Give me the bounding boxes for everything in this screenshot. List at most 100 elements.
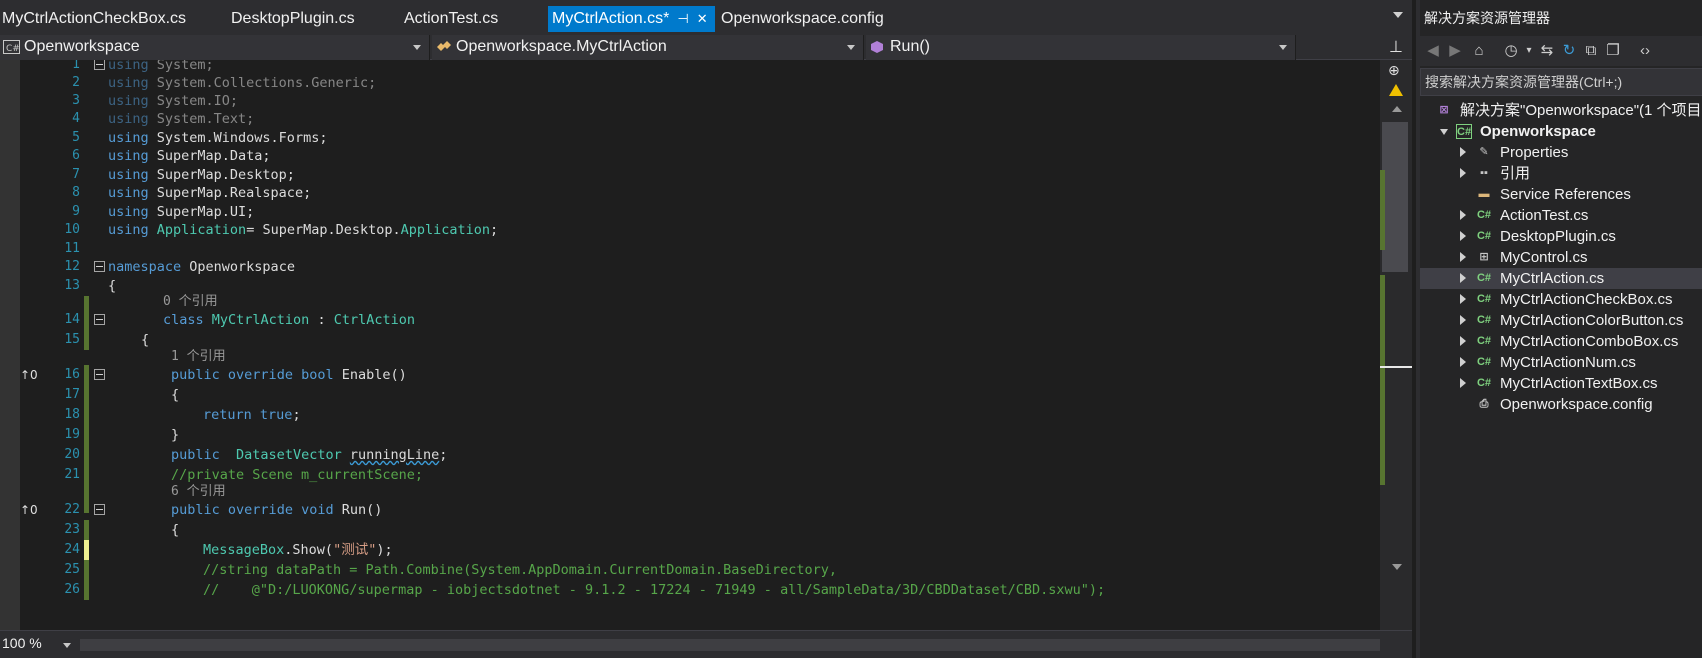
sync-icon[interactable]: ⇆ bbox=[1538, 42, 1556, 60]
class-icon bbox=[437, 41, 451, 51]
split-icon[interactable]: ⊕ bbox=[1388, 62, 1400, 79]
tree-item-references[interactable]: ▪▪ 引用 bbox=[1420, 163, 1702, 184]
collapsed-icon[interactable] bbox=[1460, 168, 1466, 178]
line-number: 15 bbox=[64, 332, 80, 347]
tree-item-solution[interactable]: ⊠ 解决方案"Openworkspace"(1 个项目 bbox=[1420, 100, 1702, 121]
collapsed-icon[interactable] bbox=[1460, 357, 1466, 367]
horizontal-scrollbar[interactable] bbox=[80, 639, 1380, 651]
close-icon[interactable]: ✕ bbox=[697, 6, 708, 32]
codelens-references[interactable]: 6 个引用 bbox=[171, 483, 226, 501]
collapsed-icon[interactable] bbox=[1460, 210, 1466, 220]
vertical-scrollbar[interactable]: ⊕ bbox=[1380, 60, 1412, 630]
line-number: 17 bbox=[64, 387, 80, 402]
line-number: 23 bbox=[64, 522, 80, 537]
line-number: 13 bbox=[64, 278, 80, 293]
override-marker-icon[interactable]: ↑0 bbox=[20, 500, 38, 520]
tree-item-file[interactable]: C# MyCtrlActionNum.cs bbox=[1420, 352, 1702, 373]
refresh-icon[interactable]: ↻ bbox=[1560, 42, 1578, 60]
split-window-icon[interactable]: ⊥ bbox=[1382, 37, 1410, 58]
zoom-level-dropdown[interactable]: 100 % bbox=[2, 635, 42, 651]
forward-icon[interactable]: ▶ bbox=[1446, 42, 1464, 60]
scroll-up-icon[interactable] bbox=[1392, 106, 1402, 112]
copy-icon[interactable]: ❐ bbox=[1604, 42, 1622, 60]
tab-myctrlactioncheckbox[interactable]: MyCtrlActionCheckBox.cs bbox=[2, 6, 186, 32]
scroll-thumb[interactable] bbox=[1382, 122, 1408, 272]
tree-item-label: 引用 bbox=[1500, 165, 1531, 182]
csharp-file-icon: C# bbox=[1476, 314, 1492, 326]
home-icon[interactable]: ⌂ bbox=[1470, 42, 1488, 60]
csharp-file-icon: C# bbox=[1476, 272, 1492, 284]
collapse-icon[interactable] bbox=[94, 314, 105, 325]
tree-item-file[interactable]: ⎙ Openworkspace.config bbox=[1420, 394, 1702, 415]
collapsed-icon[interactable] bbox=[1460, 252, 1466, 262]
code-editor[interactable]: 1 using System; 2 using System.Collectio… bbox=[0, 60, 1380, 630]
override-marker-icon[interactable]: ↑0 bbox=[20, 365, 38, 385]
tab-desktopplugin[interactable]: DesktopPlugin.cs bbox=[231, 6, 355, 32]
chevron-down-icon bbox=[847, 45, 855, 50]
navigation-bar: C# Openworkspace Openworkspace.MyCtrlAct… bbox=[0, 35, 1412, 60]
tree-item-file[interactable]: C# DesktopPlugin.cs bbox=[1420, 226, 1702, 247]
code-line: } bbox=[171, 427, 180, 443]
scroll-down-icon[interactable] bbox=[1392, 564, 1402, 570]
codelens-references[interactable]: 1 个引用 bbox=[171, 348, 226, 366]
collapsed-icon[interactable] bbox=[1460, 294, 1466, 304]
warning-icon[interactable] bbox=[1389, 84, 1403, 96]
back-icon[interactable]: ◀ bbox=[1424, 42, 1442, 60]
solution-explorer-title: 解决方案资源管理器 bbox=[1424, 10, 1550, 26]
collapsed-icon[interactable] bbox=[1460, 147, 1466, 157]
tree-item-properties[interactable]: ✎ Properties bbox=[1420, 142, 1702, 163]
history-icon[interactable]: ◷ bbox=[1502, 42, 1520, 60]
project-dropdown[interactable]: C# Openworkspace bbox=[0, 35, 430, 60]
tree-item-file-selected[interactable]: C# MyCtrlAction.cs bbox=[1420, 268, 1702, 289]
tree-item-project[interactable]: C# Openworkspace bbox=[1420, 121, 1702, 142]
collapse-icon[interactable] bbox=[94, 261, 105, 272]
collapsed-icon[interactable] bbox=[1460, 231, 1466, 241]
overview-change-marker bbox=[1380, 170, 1385, 250]
collapsed-icon[interactable] bbox=[1460, 336, 1466, 346]
change-marker bbox=[84, 520, 89, 540]
class-dropdown[interactable]: Openworkspace.MyCtrlAction bbox=[432, 35, 864, 60]
line-number: 21 bbox=[64, 467, 80, 482]
codelens-references[interactable]: 0 个引用 bbox=[163, 293, 218, 311]
chevron-down-icon[interactable]: ▾ bbox=[1520, 42, 1538, 60]
tree-item-file[interactable]: C# ActionTest.cs bbox=[1420, 205, 1702, 226]
tree-item-file[interactable]: ⊞ MyControl.cs bbox=[1420, 247, 1702, 268]
tree-item-file[interactable]: C# MyCtrlActionCheckBox.cs bbox=[1420, 289, 1702, 310]
tree-item-label: Openworkspace bbox=[1480, 123, 1596, 140]
collapse-icon[interactable] bbox=[94, 60, 105, 70]
caret-position-marker bbox=[1380, 366, 1412, 368]
tree-item-label: MyCtrlActionNum.cs bbox=[1500, 354, 1636, 371]
tab-myctrlaction[interactable]: MyCtrlAction.cs* ⊣ ✕ bbox=[548, 6, 715, 32]
tree-item-label: MyCtrlActionCheckBox.cs bbox=[1500, 291, 1673, 308]
collapsed-icon[interactable] bbox=[1460, 273, 1466, 283]
code-line: using System.Windows.Forms; bbox=[108, 130, 328, 146]
collapse-icon[interactable] bbox=[94, 369, 105, 380]
member-dropdown[interactable]: Run() bbox=[866, 35, 1296, 60]
tree-item-file[interactable]: C# MyCtrlActionColorButton.cs bbox=[1420, 310, 1702, 331]
collapsed-icon[interactable] bbox=[1460, 315, 1466, 325]
collapse-icon[interactable] bbox=[94, 504, 105, 515]
tree-item-file[interactable]: C# MyCtrlActionTextBox.cs bbox=[1420, 373, 1702, 394]
change-marker bbox=[84, 365, 89, 513]
expanded-icon[interactable] bbox=[1440, 129, 1448, 135]
tab-overflow-dropdown-icon[interactable] bbox=[1393, 12, 1403, 18]
code-line: using SuperMap.Realspace; bbox=[108, 185, 312, 201]
solution-search-input[interactable]: 搜索解决方案资源管理器(Ctrl+;) bbox=[1420, 68, 1702, 96]
code-view-icon[interactable]: ‹› bbox=[1636, 42, 1654, 60]
change-marker bbox=[84, 310, 89, 350]
tree-item-file[interactable]: C# MyCtrlActionComboBox.cs bbox=[1420, 331, 1702, 352]
tab-actiontest[interactable]: ActionTest.cs bbox=[404, 6, 498, 32]
pin-icon[interactable]: ⊣ bbox=[677, 6, 688, 32]
tab-openworkspace-config[interactable]: Openworkspace.config bbox=[721, 6, 884, 32]
line-number: 6 bbox=[72, 148, 80, 163]
collapsed-icon[interactable] bbox=[1460, 378, 1466, 388]
solution-explorer: 解决方案资源管理器 ◀ ▶ ⌂ ◷ ▾ ⇆ ↻ ⧉ ❐ ‹› 搜索解决方案资源管… bbox=[1416, 0, 1702, 658]
line-number: 5 bbox=[72, 130, 80, 145]
line-number: 7 bbox=[72, 167, 80, 182]
user-control-icon: ⊞ bbox=[1479, 251, 1489, 263]
chevron-down-icon bbox=[1279, 45, 1287, 50]
line-number: 10 bbox=[64, 222, 80, 237]
code-line: MessageBox.Show("测试"); bbox=[203, 542, 393, 558]
tree-item-service-references[interactable]: ▬ Service References bbox=[1420, 184, 1702, 205]
collapse-all-icon[interactable]: ⧉ bbox=[1582, 42, 1600, 60]
